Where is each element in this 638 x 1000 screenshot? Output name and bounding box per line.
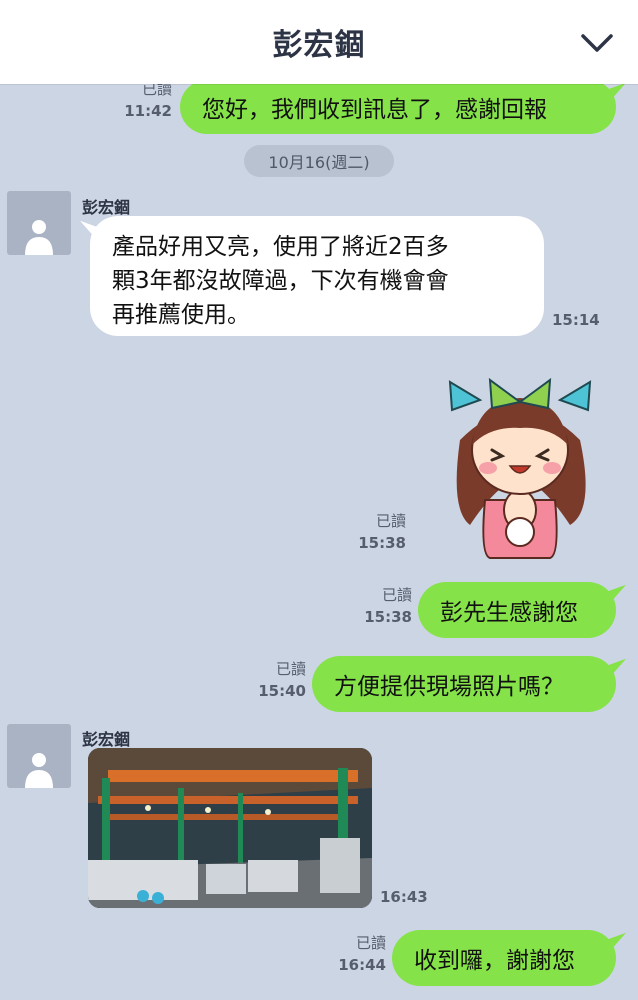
message-text: 方便提供現場照片嗎？	[334, 674, 564, 700]
message-time: 15:38	[364, 608, 412, 626]
message-line: 再推薦使用。	[112, 302, 250, 328]
read-receipt: 已讀	[141, 84, 172, 98]
date-divider: 10月16(週二)	[244, 145, 394, 177]
incoming-message-bubble[interactable]: 產品好用又亮，使用了將近2百多 顆3年都沒故障過，下次有機會會 再推薦使用。	[90, 216, 544, 336]
message-text: 收到囉，謝謝您	[414, 948, 575, 974]
warehouse-photo[interactable]	[88, 748, 372, 908]
message-time: 11:42	[124, 102, 172, 120]
sticker-image	[448, 377, 592, 559]
read-receipt: 已讀	[375, 512, 406, 530]
sender-name: 彭宏錮	[82, 198, 131, 217]
message-meta: 已讀 15:40	[252, 658, 306, 702]
chevron-down-icon[interactable]	[580, 26, 614, 60]
outgoing-message-bubble[interactable]: 彭先生感謝您	[418, 582, 616, 638]
contact-avatar[interactable]	[7, 724, 71, 788]
date-divider-label: 10月16(週二)	[268, 153, 370, 172]
read-receipt: 已讀	[355, 934, 386, 952]
message-time: 16:43	[380, 888, 428, 906]
person-icon	[25, 753, 53, 788]
read-receipt: 已讀	[275, 660, 306, 678]
outgoing-message-bubble[interactable]: 方便提供現場照片嗎？	[312, 656, 616, 712]
photo-image	[88, 748, 372, 908]
message-meta: 已讀 15:38	[352, 510, 406, 554]
message-text: 彭先生感謝您	[440, 600, 578, 626]
contact-avatar[interactable]	[7, 191, 71, 255]
chat-area[interactable]: 已讀 11:42 您好，我們收到訊息了，感謝回報 10月16(週二) 彭宏錮 產…	[0, 84, 638, 1000]
message-meta: 已讀 16:44	[332, 932, 386, 976]
message-line: 產品好用又亮，使用了將近2百多	[112, 234, 449, 260]
outgoing-message-bubble[interactable]: 收到囉，謝謝您	[392, 930, 616, 986]
chat-title: 彭宏錮	[272, 28, 366, 63]
sticker-girl[interactable]	[430, 360, 610, 560]
outgoing-message-bubble[interactable]: 您好，我們收到訊息了，感謝回報	[180, 84, 616, 134]
message-time: 15:38	[358, 534, 406, 552]
message-line: 顆3年都沒故障過，下次有機會會	[112, 268, 449, 294]
message-meta: 已讀 15:38	[358, 584, 412, 628]
message-meta: 已讀 11:42	[118, 84, 172, 122]
message-text: 您好，我們收到訊息了，感謝回報	[202, 97, 547, 123]
sender-name: 彭宏錮	[82, 730, 131, 749]
person-icon	[25, 220, 53, 255]
message-time: 16:44	[338, 956, 386, 974]
chat-header: 彭宏錮	[0, 0, 638, 84]
message-time: 15:14	[552, 311, 600, 329]
read-receipt: 已讀	[381, 586, 412, 604]
message-time: 15:40	[258, 682, 306, 700]
